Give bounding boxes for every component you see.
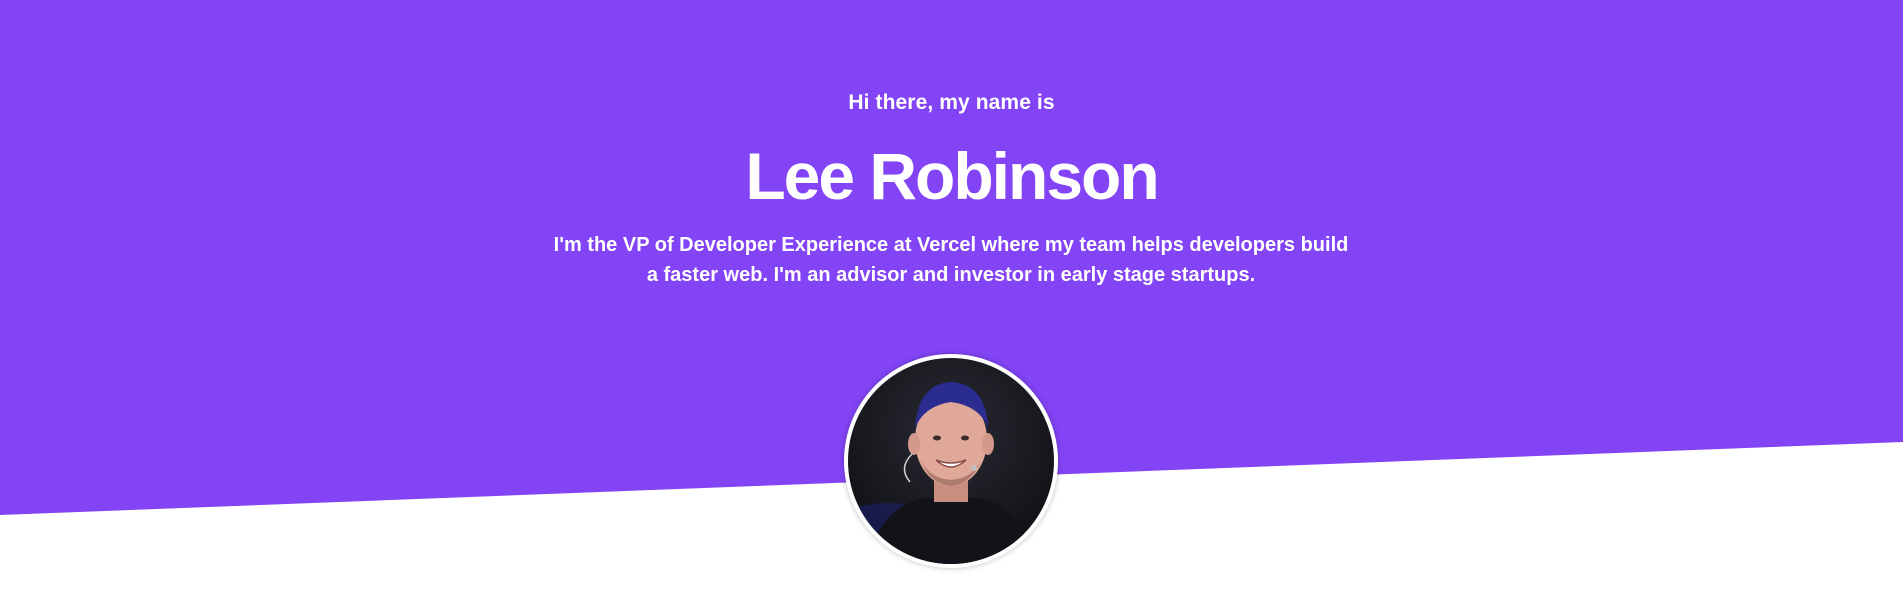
page-title: Lee Robinson — [745, 139, 1159, 213]
hero-section: Hi there, my name is Lee Robinson I'm th… — [0, 0, 1903, 601]
greeting-text: Hi there, my name is — [848, 91, 1055, 114]
avatar-photo — [848, 358, 1054, 564]
bio-text: I'm the VP of Developer Experience at Ve… — [553, 234, 1349, 286]
avatar — [844, 354, 1058, 568]
